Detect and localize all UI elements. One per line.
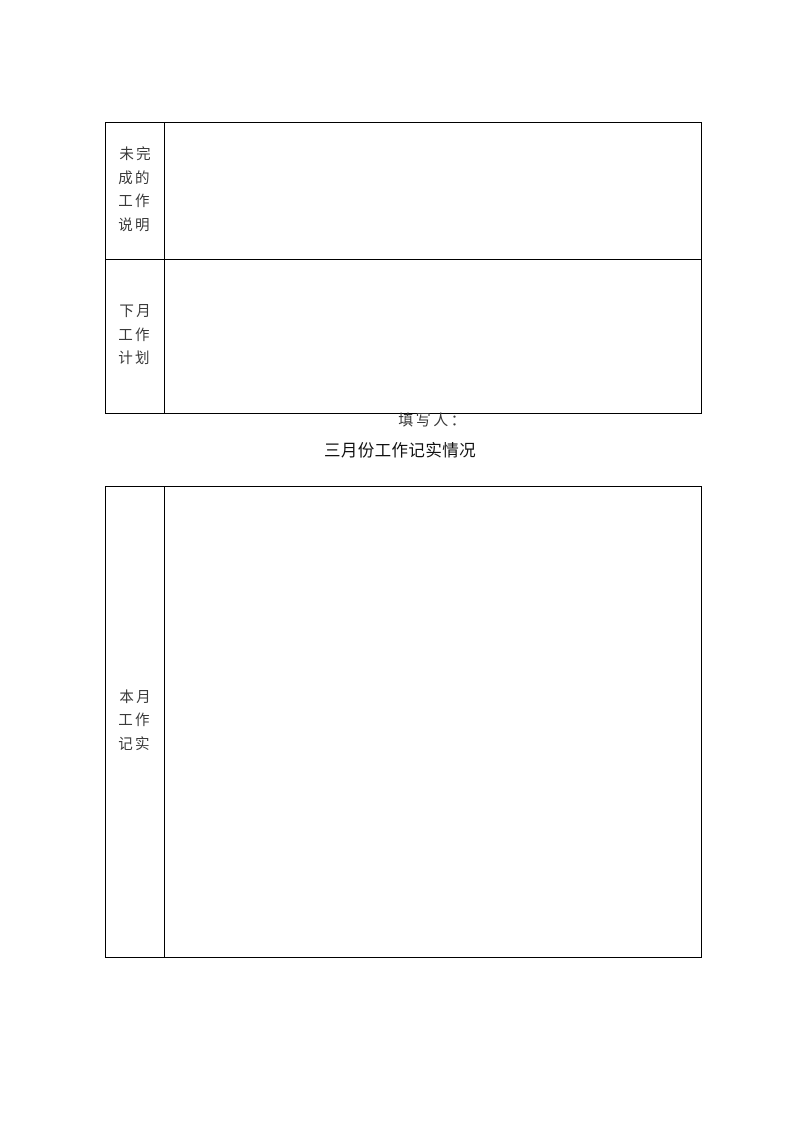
entry-cell-unfinished-work[interactable] (164, 122, 702, 260)
entry-cell-next-month-plan[interactable] (164, 259, 702, 414)
table-row: 本月 工作 记实 (105, 486, 702, 958)
page-title: 三月份工作记实情况 (323, 442, 477, 460)
entry-cell-month-record[interactable] (164, 486, 702, 958)
label-cell-month-record: 本月 工作 记实 (105, 486, 165, 958)
monthly-work-record-table: 本月 工作 记实 (105, 486, 702, 958)
label-text-unfinished-work: 未完 成的 工作 说明 (118, 147, 153, 234)
label-text-month-record: 本月 工作 记实 (118, 689, 153, 753)
label-cell-next-month-plan: 下月 工作 计划 (105, 259, 165, 414)
document-page: 未完 成的 工作 说明 下月 工作 计划 填写人： 三月份工作记实情况 本月 工… (0, 0, 794, 1123)
label-text-next-month-plan: 下月 工作 计划 (118, 304, 153, 368)
unfinished-work-table: 未完 成的 工作 说明 下月 工作 计划 (105, 122, 702, 414)
label-cell-unfinished-work: 未完 成的 工作 说明 (105, 122, 165, 260)
table-row: 下月 工作 计划 (105, 259, 702, 414)
filled-by-label: 填写人： (398, 413, 469, 429)
table-row: 未完 成的 工作 说明 (105, 122, 702, 260)
